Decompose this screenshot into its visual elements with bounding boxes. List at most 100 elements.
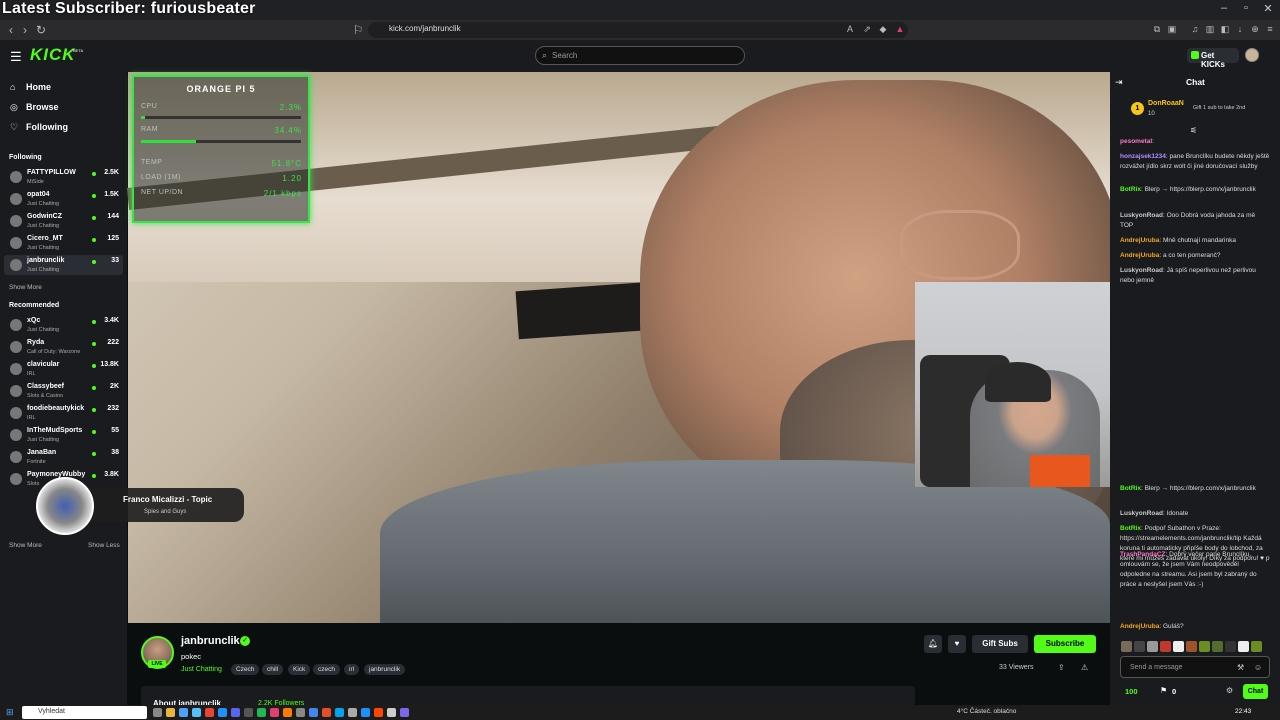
taskbar-app-icon[interactable]: [348, 708, 357, 717]
taskbar-app-icon[interactable]: [361, 708, 370, 717]
channel-avatar[interactable]: [10, 407, 22, 419]
channel-avatar[interactable]: [10, 473, 22, 485]
commands-icon[interactable]: ⚒: [1237, 663, 1244, 672]
channel-avatar[interactable]: [10, 451, 22, 463]
windows-start-icon[interactable]: ⊞: [6, 707, 14, 718]
taskbar-app-icon[interactable]: [283, 708, 292, 717]
tab-icon[interactable]: ▣: [1167, 24, 1177, 34]
chat-username[interactable]: LuskyonRoad: [1120, 267, 1163, 274]
emote-icon[interactable]: [1121, 641, 1132, 652]
channel-points[interactable]: 100: [1125, 687, 1138, 696]
close-window-icon[interactable]: ✕: [1258, 2, 1278, 18]
streamer-name[interactable]: janbrunclik: [181, 635, 240, 647]
channel-avatar[interactable]: [10, 429, 22, 441]
emote-icon[interactable]: [1173, 641, 1184, 652]
tag[interactable]: janbrunclik: [364, 664, 406, 675]
taskbar-app-icon[interactable]: [205, 708, 214, 717]
channel-name[interactable]: Ryda: [27, 339, 44, 346]
channel-avatar[interactable]: [10, 341, 22, 353]
channel-name[interactable]: clavicular: [27, 361, 59, 368]
taskbar-app-icon[interactable]: [166, 708, 175, 717]
chat-username[interactable]: AndrejUruba: [1120, 237, 1159, 244]
extension-icon[interactable]: ▲: [895, 24, 905, 34]
taskbar-app-icon[interactable]: [231, 708, 240, 717]
tag[interactable]: czech: [313, 664, 340, 675]
channel-name[interactable]: foodiebeautykick: [27, 405, 84, 412]
emote-icon[interactable]: [1160, 641, 1171, 652]
taskbar-app-icon[interactable]: [322, 708, 331, 717]
music-icon[interactable]: ♫: [1190, 24, 1200, 34]
channel-name[interactable]: FATTYPILLOW: [27, 169, 76, 176]
emote-icon[interactable]: [1212, 641, 1223, 652]
share-stream-icon[interactable]: ⇪: [1058, 663, 1065, 672]
show-more-following[interactable]: Show More: [9, 284, 42, 291]
shield-icon[interactable]: ◆: [878, 24, 888, 34]
taskbar-app-icon[interactable]: [192, 708, 201, 717]
nav-home[interactable]: Home: [26, 82, 51, 92]
channel-name[interactable]: Classybeef: [27, 383, 64, 390]
maximize-icon[interactable]: ▫: [1236, 2, 1256, 18]
taskbar-app-icon[interactable]: [257, 708, 266, 717]
gift-leader-name[interactable]: DonRoaaN: [1148, 100, 1184, 107]
collapse-chat-icon[interactable]: ⇥: [1115, 77, 1123, 88]
nav-following[interactable]: Following: [26, 122, 68, 132]
channel-avatar[interactable]: [10, 259, 22, 271]
user-avatar[interactable]: [1245, 48, 1259, 62]
chat-username[interactable]: honzajsek1234: [1120, 153, 1166, 160]
wallet-icon[interactable]: ⊕: [1250, 24, 1260, 34]
downloads-icon[interactable]: ↓: [1235, 24, 1245, 34]
emote-icon[interactable]: [1251, 641, 1262, 652]
menu-icon[interactable]: ≡: [1265, 24, 1275, 34]
follow-heart-icon[interactable]: ♥: [948, 635, 966, 653]
gift-subs-button[interactable]: Gift Subs: [972, 635, 1028, 653]
channel-avatar[interactable]: [10, 237, 22, 249]
chat-username[interactable]: BotRix: [1120, 525, 1141, 532]
taskbar-app-icon[interactable]: [218, 708, 227, 717]
channel-avatar[interactable]: [10, 171, 22, 183]
taskbar-app-icon[interactable]: [296, 708, 305, 717]
chat-send-button[interactable]: Chat: [1243, 684, 1268, 699]
bookmark-icon[interactable]: ⚐: [350, 22, 366, 38]
channel-avatar[interactable]: [10, 215, 22, 227]
chat-username[interactable]: AndrejUruba: [1120, 252, 1159, 259]
taskbar-app-icon[interactable]: [387, 708, 396, 717]
channel-name[interactable]: JanaBan: [27, 449, 56, 456]
show-less-recommended[interactable]: Show Less: [88, 542, 120, 549]
tag[interactable]: irl: [344, 664, 360, 675]
taskbar-app-icon[interactable]: [179, 708, 188, 717]
minimize-icon[interactable]: –: [1214, 2, 1234, 18]
chat-username[interactable]: TrashPandaCZ: [1120, 551, 1166, 558]
channel-avatar[interactable]: [10, 319, 22, 331]
channel-avatar[interactable]: [10, 385, 22, 397]
sidebar-toggle-icon[interactable]: ▥: [1205, 24, 1215, 34]
channel-name[interactable]: Cicero_MT: [27, 235, 63, 242]
taskbar-app-icon[interactable]: [309, 708, 318, 717]
emote-icon[interactable]: [1134, 641, 1145, 652]
channel-avatar[interactable]: [10, 193, 22, 205]
emote-icon[interactable]: [1238, 641, 1249, 652]
emote-icon[interactable]: [1147, 641, 1158, 652]
kick-logo[interactable]: KICK: [30, 45, 76, 65]
channel-avatar[interactable]: [10, 363, 22, 375]
chat-filter-icon[interactable]: ⚟: [1190, 126, 1197, 135]
chat-username[interactable]: LuskyonRoad: [1120, 510, 1163, 517]
notification-bell-icon[interactable]: 🔔︎: [924, 635, 942, 653]
nav-browse[interactable]: Browse: [26, 102, 59, 112]
report-icon[interactable]: ⚠: [1081, 663, 1088, 672]
channel-name[interactable]: InTheMudSports: [27, 427, 82, 434]
channel-name[interactable]: xQc: [27, 317, 40, 324]
channel-name[interactable]: GodwinCZ: [27, 213, 62, 220]
chat-username[interactable]: LuskyonRoad: [1120, 212, 1163, 219]
url-text[interactable]: kick.com/janbrunclik: [389, 24, 461, 33]
share-icon[interactable]: ⇗: [862, 24, 872, 34]
tag[interactable]: Czech: [231, 664, 260, 675]
taskbar-app-icon[interactable]: [374, 708, 383, 717]
emote-icon[interactable]: [1199, 641, 1210, 652]
taskbar-app-icon[interactable]: [270, 708, 279, 717]
taskbar-app-icon[interactable]: [244, 708, 253, 717]
extensions-icon[interactable]: ⧉: [1152, 24, 1162, 34]
chat-username[interactable]: AndrejUruba: [1120, 623, 1159, 630]
subscribe-button[interactable]: Subscribe: [1034, 635, 1096, 653]
channel-name[interactable]: opat04: [27, 191, 50, 198]
tag[interactable]: chill: [262, 664, 284, 675]
